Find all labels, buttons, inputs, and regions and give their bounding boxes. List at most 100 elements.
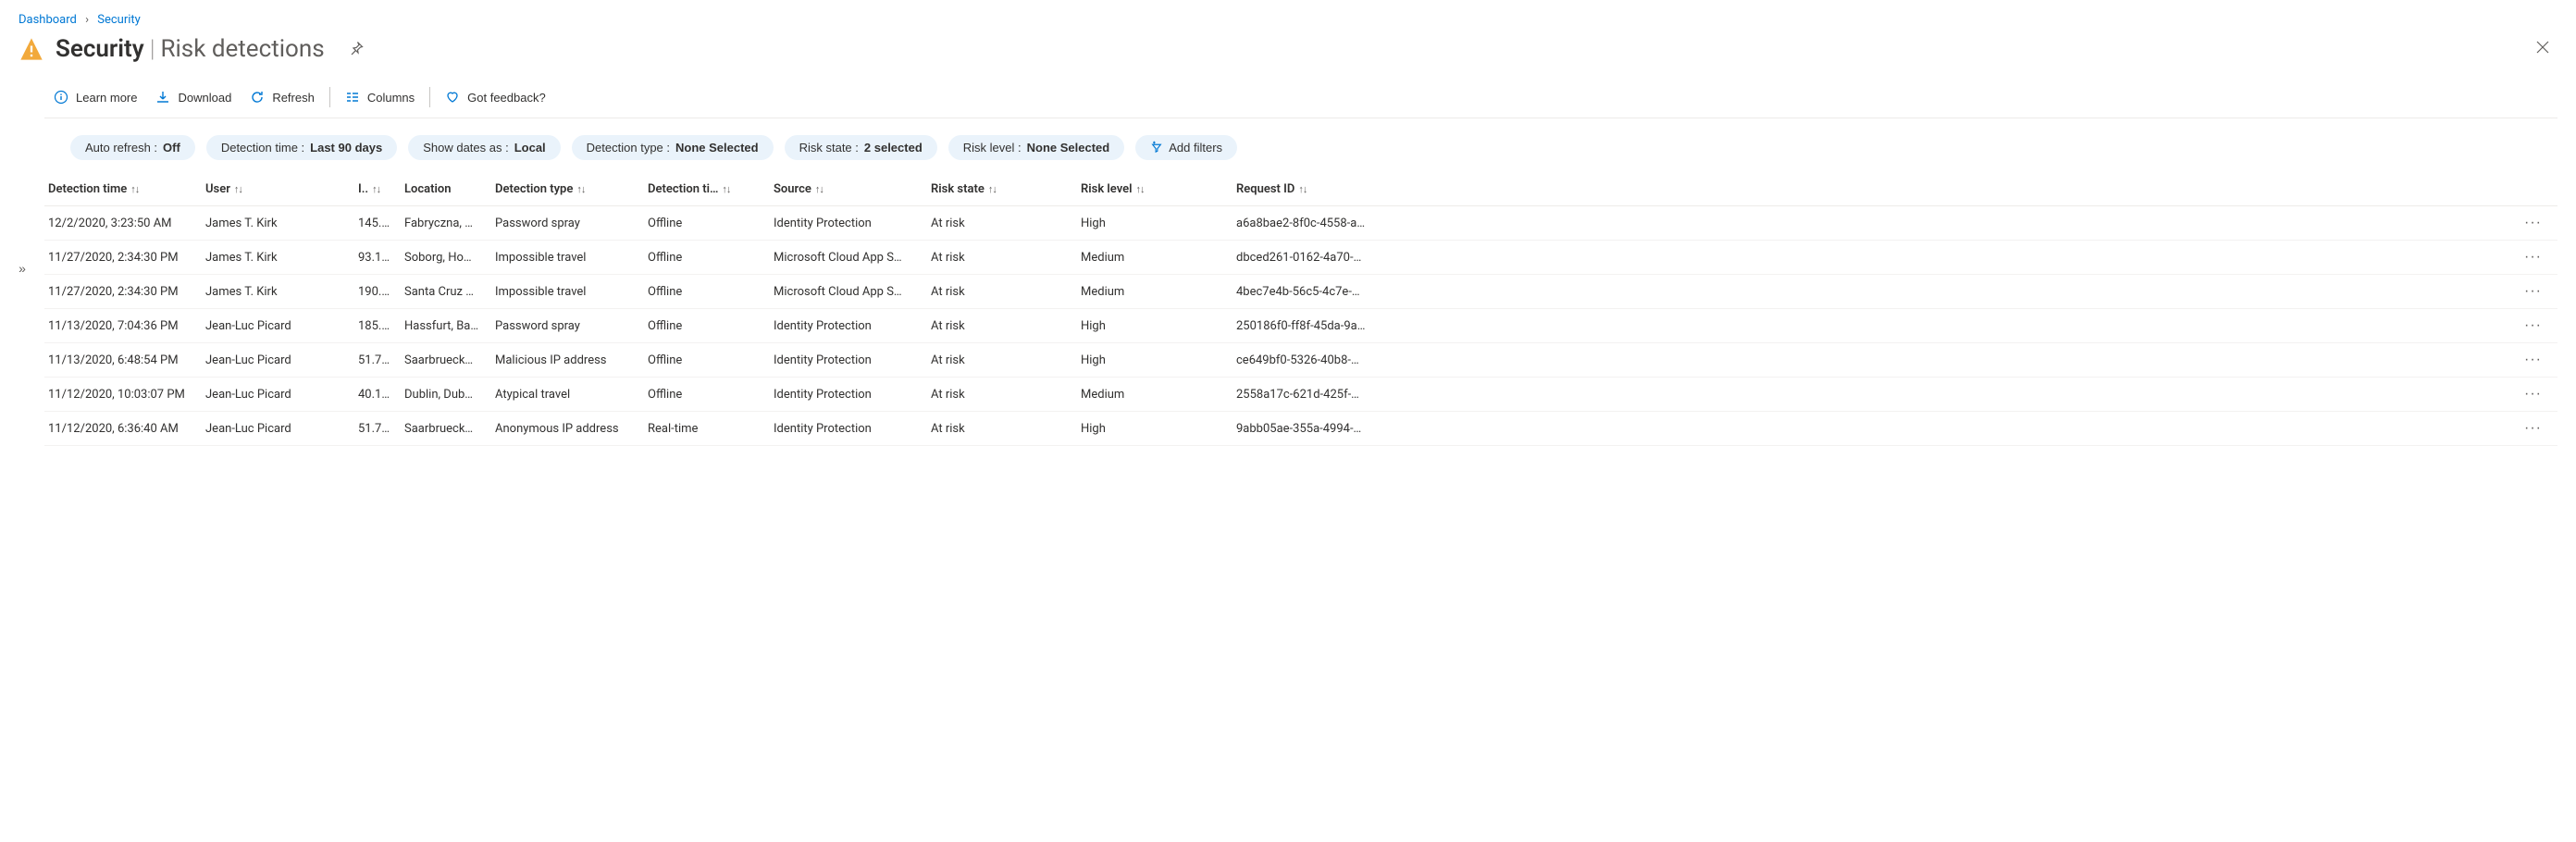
refresh-button[interactable]: Refresh [241, 86, 324, 108]
col-ip[interactable]: I..↑↓ [358, 182, 404, 196]
cell-detection-timing: Real-time [648, 422, 774, 436]
cell-request-id: a6a8bae2-8f0c-4558-a… [1236, 217, 2520, 230]
table-row[interactable]: 12/2/2020, 3:23:50 AMJames T. Kirk145.…F… [44, 206, 2557, 241]
learn-more-button[interactable]: Learn more [44, 86, 146, 108]
page-subtitle: Risk detections [160, 35, 324, 63]
row-actions-button[interactable]: ··· [2520, 245, 2545, 269]
filter-detection-type[interactable]: Detection type : None Selected [572, 135, 774, 160]
filter-detection-time[interactable]: Detection time : Last 90 days [206, 135, 397, 160]
cell-detection-time: 11/13/2020, 7:04:36 PM [48, 319, 205, 333]
expand-rail-button[interactable]: » [13, 90, 31, 446]
cell-location: Saarbrueck… [404, 353, 495, 367]
pin-button[interactable] [341, 34, 371, 64]
col-detection-type-label: Detection type [495, 182, 573, 196]
filter-show-dates[interactable]: Show dates as : Local [408, 135, 560, 160]
cell-location: Soborg, Ho… [404, 251, 495, 265]
table-row[interactable]: 11/13/2020, 6:48:54 PMJean-Luc Picard51.… [44, 343, 2557, 378]
cell-detection-type: Password spray [495, 217, 648, 230]
cell-risk-level: High [1081, 353, 1236, 367]
filter-auto-refresh[interactable]: Auto refresh : Off [70, 135, 195, 160]
more-icon: ··· [2524, 352, 2542, 367]
col-risk-level[interactable]: Risk level↑↓ [1081, 182, 1236, 196]
breadcrumb-link-security[interactable]: Security [97, 13, 141, 27]
cell-source: Identity Protection [774, 319, 931, 333]
cell-risk-level: Medium [1081, 285, 1236, 299]
col-detection-type[interactable]: Detection type↑↓ [495, 182, 648, 196]
cell-source: Microsoft Cloud App S… [774, 285, 931, 299]
table-row[interactable]: 11/27/2020, 2:34:30 PMJames T. Kirk93.1…… [44, 241, 2557, 275]
columns-button[interactable]: Columns [336, 86, 424, 108]
cell-location: Saarbrueck… [404, 422, 495, 436]
col-request-id[interactable]: Request ID↑↓ [1236, 182, 2520, 196]
download-button[interactable]: Download [146, 86, 241, 108]
security-shield-icon [19, 36, 44, 62]
row-actions-button[interactable]: ··· [2520, 382, 2545, 406]
cell-risk-state: At risk [931, 251, 1081, 265]
row-actions-button[interactable]: ··· [2520, 416, 2545, 440]
filter-risk-state-label: Risk state : [799, 141, 859, 155]
breadcrumb-link-dashboard[interactable]: Dashboard [19, 13, 77, 27]
row-actions-button[interactable]: ··· [2520, 211, 2545, 235]
cell-source: Identity Protection [774, 388, 931, 402]
filter-risk-level[interactable]: Risk level : None Selected [948, 135, 1124, 160]
cell-ip: 93.1… [358, 251, 404, 265]
col-detection-time-label: Detection time [48, 182, 127, 196]
sort-icon: ↑↓ [576, 183, 585, 195]
col-user[interactable]: User↑↓ [205, 182, 358, 196]
table-row[interactable]: 11/27/2020, 2:34:30 PMJames T. Kirk190.…… [44, 275, 2557, 309]
col-detection-time[interactable]: Detection time↑↓ [48, 182, 205, 196]
cell-ip: 190.… [358, 285, 404, 299]
add-filters-button[interactable]: Add filters [1135, 135, 1237, 160]
filter-auto-refresh-value: Off [163, 141, 180, 155]
cell-risk-level: Medium [1081, 388, 1236, 402]
filter-risk-level-value: None Selected [1027, 141, 1110, 155]
row-actions-button[interactable]: ··· [2520, 279, 2545, 303]
col-detection-timing[interactable]: Detection ti…↑↓ [648, 182, 774, 196]
close-button[interactable] [2528, 34, 2557, 64]
add-filters-label: Add filters [1169, 141, 1222, 155]
col-source[interactable]: Source↑↓ [774, 182, 931, 196]
cell-detection-type: Impossible travel [495, 251, 648, 265]
detections-table: Detection time↑↓ User↑↓ I..↑↓ Location D… [44, 173, 2557, 446]
cell-user: Jean-Luc Picard [205, 353, 358, 367]
cell-request-id: 2558a17c-621d-425f-… [1236, 388, 2520, 402]
col-user-label: User [205, 182, 230, 196]
col-location[interactable]: Location [404, 182, 495, 196]
sort-icon: ↑↓ [815, 183, 824, 195]
page-title-row: Security | Risk detections [0, 27, 2576, 79]
command-bar: Learn more Download Refresh Columns [44, 79, 2557, 118]
page-title-separator: | [150, 35, 155, 63]
refresh-icon [250, 90, 265, 105]
more-icon: ··· [2524, 249, 2542, 265]
cell-user: Jean-Luc Picard [205, 388, 358, 402]
cell-detection-time: 11/13/2020, 6:48:54 PM [48, 353, 205, 367]
left-rail: » [0, 79, 44, 446]
download-label: Download [178, 91, 231, 105]
cell-ip: 51.7… [358, 422, 404, 436]
cell-risk-level: High [1081, 422, 1236, 436]
cell-risk-state: At risk [931, 319, 1081, 333]
sort-icon: ↑↓ [988, 183, 997, 195]
cell-detection-type: Anonymous IP address [495, 422, 648, 436]
cell-location: Santa Cruz … [404, 285, 495, 299]
pin-icon [349, 41, 364, 58]
table-row[interactable]: 11/13/2020, 7:04:36 PMJean-Luc Picard185… [44, 309, 2557, 343]
feedback-button[interactable]: Got feedback? [436, 86, 555, 108]
breadcrumb: Dashboard › Security [0, 0, 2576, 27]
filter-risk-state[interactable]: Risk state : 2 selected [785, 135, 937, 160]
cell-request-id: dbced261-0162-4a70-… [1236, 251, 2520, 265]
cell-location: Fabryczna, … [404, 217, 495, 230]
cell-risk-level: High [1081, 217, 1236, 230]
row-actions-button[interactable]: ··· [2520, 314, 2545, 338]
sort-icon: ↑↓ [372, 183, 380, 195]
col-risk-level-label: Risk level [1081, 182, 1133, 196]
command-separator [429, 87, 430, 107]
cell-risk-level: High [1081, 319, 1236, 333]
more-icon: ··· [2524, 317, 2542, 333]
table-row[interactable]: 11/12/2020, 10:03:07 PMJean-Luc Picard40… [44, 378, 2557, 412]
col-risk-state[interactable]: Risk state↑↓ [931, 182, 1081, 196]
filter-detection-type-label: Detection type : [587, 141, 670, 155]
table-row[interactable]: 11/12/2020, 6:36:40 AMJean-Luc Picard51.… [44, 412, 2557, 446]
row-actions-button[interactable]: ··· [2520, 348, 2545, 372]
col-detection-timing-label: Detection ti… [648, 182, 718, 196]
